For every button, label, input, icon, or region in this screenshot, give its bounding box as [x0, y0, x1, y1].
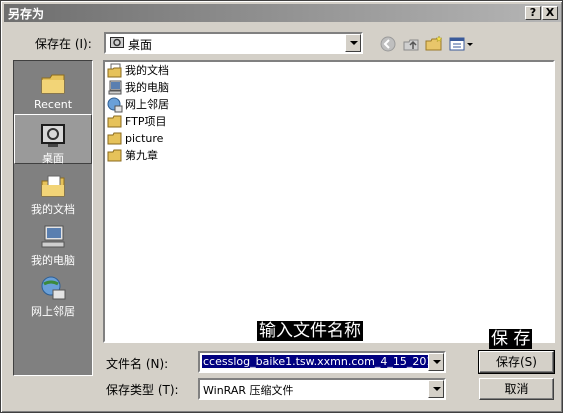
- places-bar: Recent 桌面 我的文档 我的电脑 网上邻居: [13, 60, 93, 376]
- network-icon: [107, 97, 123, 113]
- chevron-down-icon[interactable]: [428, 353, 444, 371]
- list-item[interactable]: 第九章: [107, 148, 158, 165]
- save-button[interactable]: 保存(S): [478, 350, 555, 374]
- places-item-my-computer[interactable]: 我的电脑: [14, 217, 92, 267]
- filetype-dropdown[interactable]: WinRAR 压缩文件: [198, 378, 446, 400]
- filename-hint-annotation: 输入文件名称: [257, 321, 363, 341]
- save-in-value: 桌面: [128, 38, 153, 52]
- folder-icon: [107, 132, 122, 145]
- places-label: 我的电脑: [31, 254, 75, 267]
- filename-value: ccesslog_baike1.tsw.xxmn.com_4_15_2011: [202, 355, 428, 368]
- my-documents-icon: [41, 175, 65, 197]
- list-item[interactable]: 我的电脑: [107, 80, 169, 97]
- help-button[interactable]: ?: [525, 6, 541, 20]
- places-item-my-documents[interactable]: 我的文档: [14, 166, 92, 216]
- chevron-down-icon[interactable]: [428, 380, 444, 398]
- chevron-down-icon[interactable]: [345, 34, 361, 52]
- list-item[interactable]: FTP项目: [107, 114, 167, 131]
- back-icon[interactable]: [378, 34, 398, 54]
- file-list[interactable]: 我的文档 我的电脑 网上邻居 FTP项目 picture 第九章: [103, 60, 555, 343]
- save-in-dropdown[interactable]: 桌面: [104, 32, 363, 54]
- title-bar: 另存为 ? X: [4, 4, 561, 22]
- places-label: 桌面: [42, 152, 64, 165]
- recent-icon: [41, 74, 65, 94]
- cancel-button[interactable]: 取消: [479, 378, 554, 400]
- desktop-icon: [110, 37, 124, 48]
- up-folder-icon[interactable]: [401, 34, 421, 54]
- list-item[interactable]: picture: [107, 131, 163, 148]
- filename-label: 文件名 (N):: [106, 357, 169, 371]
- places-label: 我的文档: [31, 203, 75, 216]
- desktop-icon: [41, 124, 65, 147]
- my-computer-icon: [108, 80, 122, 95]
- network-icon: [41, 276, 66, 300]
- list-item[interactable]: 网上邻居: [107, 97, 169, 114]
- save-hint-annotation: 保 存: [489, 329, 533, 349]
- window-title: 另存为: [8, 7, 45, 21]
- places-label: 网上邻居: [31, 305, 75, 318]
- places-label: Recent: [33, 98, 73, 111]
- folder-icon: [107, 149, 122, 162]
- places-item-desktop[interactable]: 桌面: [14, 114, 92, 165]
- filetype-value: WinRAR 压缩文件: [203, 384, 294, 397]
- filename-input[interactable]: ccesslog_baike1.tsw.xxmn.com_4_15_2011: [198, 351, 446, 373]
- places-item-network[interactable]: 网上邻居: [14, 268, 92, 318]
- view-menu-icon[interactable]: [448, 34, 476, 54]
- folder-icon: [107, 115, 122, 128]
- list-item[interactable]: 我的文档: [107, 63, 169, 80]
- places-item-recent[interactable]: Recent: [14, 63, 92, 113]
- my-documents-icon: [107, 63, 122, 78]
- save-as-dialog: 另存为 ? X 保存在 (I): 桌面 Recent 桌面 我的文档 我的电脑 …: [0, 0, 563, 413]
- new-folder-icon[interactable]: [424, 34, 444, 54]
- filetype-label: 保存类型 (T):: [106, 383, 179, 397]
- close-button[interactable]: X: [542, 6, 558, 20]
- my-computer-icon: [41, 225, 65, 248]
- save-in-label: 保存在 (I):: [35, 37, 92, 51]
